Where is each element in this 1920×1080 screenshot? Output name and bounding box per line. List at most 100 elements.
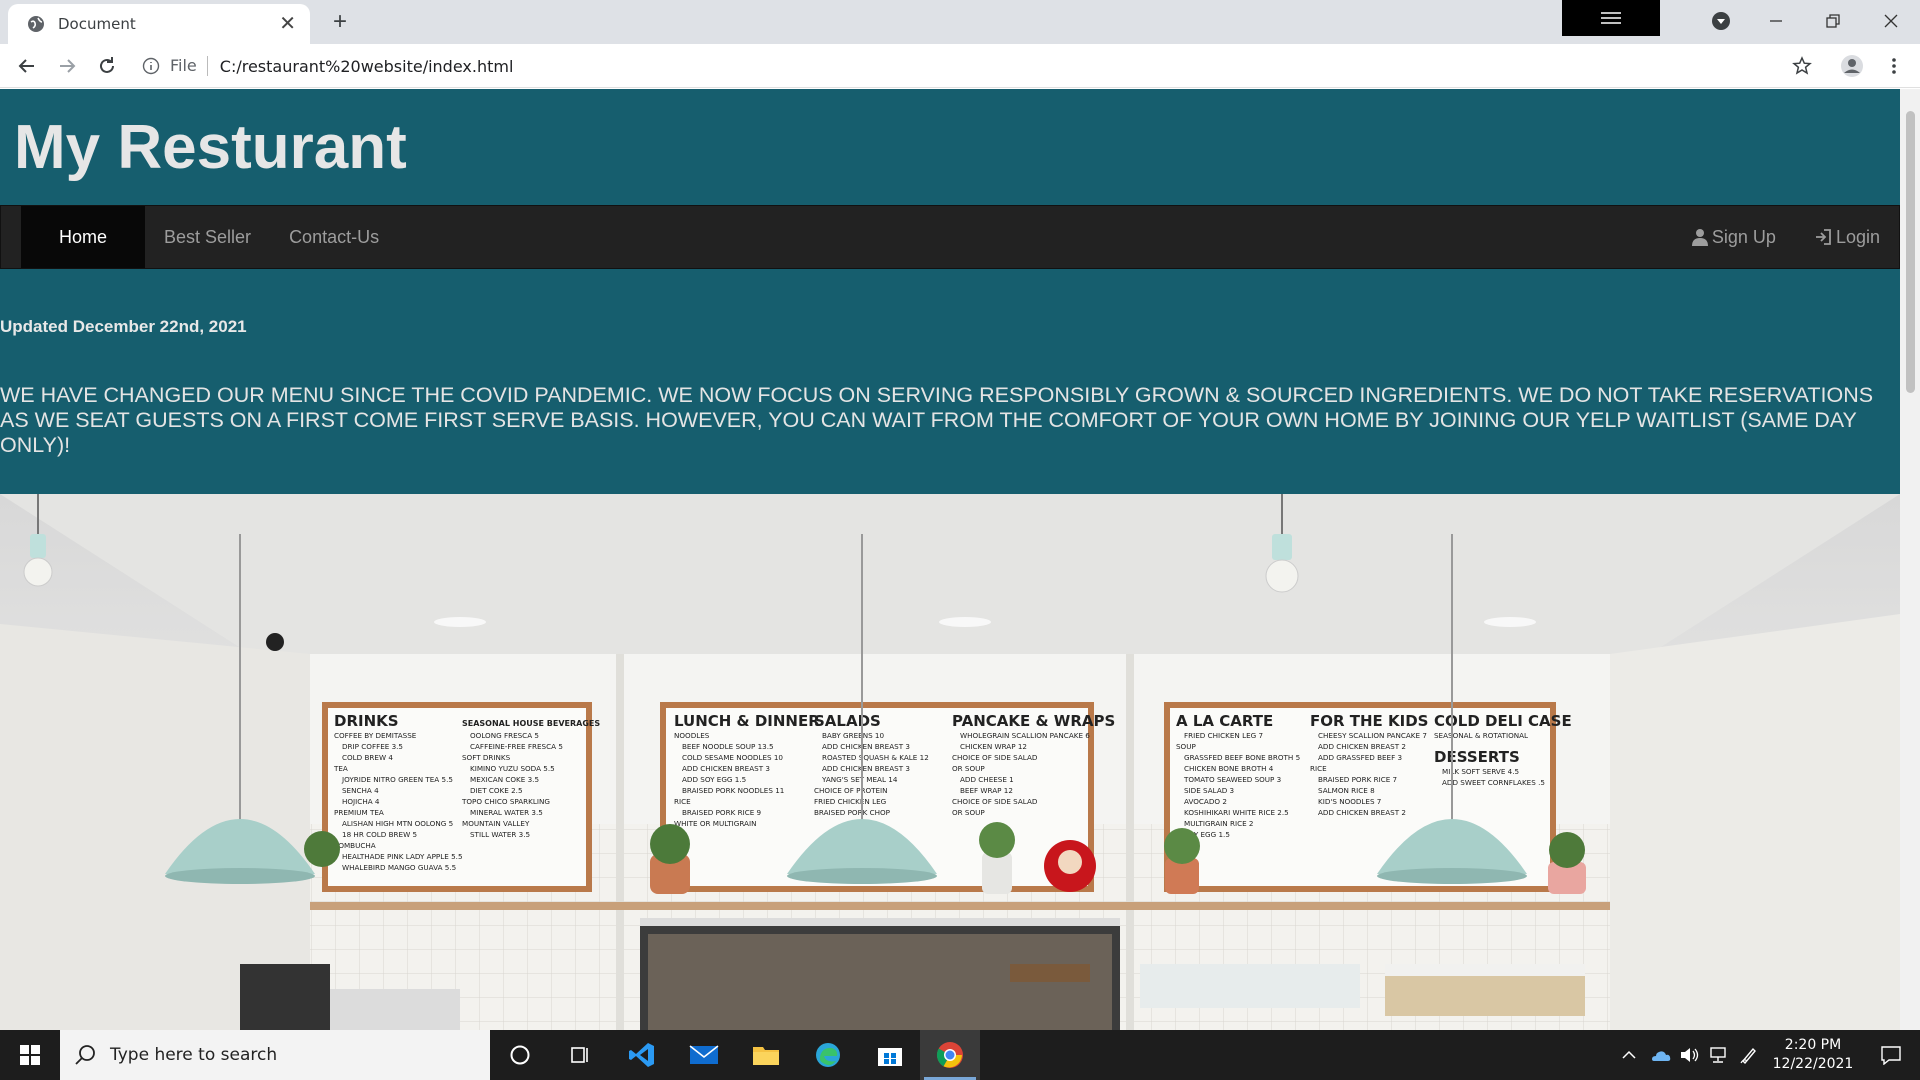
menu-board-item: YANG'S SET MEAL 14: [821, 775, 898, 784]
menu-board-item: CHICKEN BONE BROTH 4: [1184, 764, 1274, 773]
volume-icon[interactable]: [1676, 1030, 1702, 1080]
start-button[interactable]: [0, 1030, 60, 1080]
windows-logo-icon: [20, 1045, 40, 1065]
menu-lines-icon: [1601, 12, 1621, 24]
menu-board-item: MILK SOFT SERVE 4.5: [1442, 767, 1519, 776]
page-content: Updated December 22nd, 2021 WE HAVE CHAN…: [0, 269, 1900, 458]
reload-button[interactable]: [93, 52, 121, 80]
menu-board-heading: DESSERTS: [1434, 748, 1520, 766]
menu-board-item: KOSHIHIKARI WHITE RICE 2.5: [1184, 808, 1289, 817]
show-hidden-icons-icon[interactable]: [1616, 1030, 1642, 1080]
nav-home-link[interactable]: Home: [21, 206, 146, 268]
sign-up-label: Sign Up: [1711, 226, 1776, 247]
login-link[interactable]: Login: [1795, 206, 1899, 268]
profile-avatar-icon[interactable]: [1838, 52, 1866, 80]
menu-board-item: OOLONG FRESCA 5: [470, 731, 539, 740]
menu-board-item: SIDE SALAD 3: [1184, 786, 1234, 795]
close-window-icon[interactable]: [1873, 6, 1909, 36]
edge-icon[interactable]: [798, 1030, 858, 1080]
taskbar-search-box[interactable]: Type here to search: [60, 1030, 490, 1080]
menu-board-item: BABY GREENS 10: [822, 731, 885, 740]
menu-board-item: BEEF WRAP 12: [960, 786, 1013, 795]
new-tab-button[interactable]: +: [326, 8, 354, 36]
menu-board-item: JOYRIDE NITRO GREEN TEA 5.5: [341, 775, 453, 784]
menu-board-item: BRAISED PORK CHOP: [814, 808, 891, 817]
menu-board-item: MEXICAN COKE 3.5: [470, 775, 539, 784]
menu-board-item: COFFEE BY DEMITASSE: [334, 731, 417, 740]
search-placeholder: Type here to search: [110, 1045, 278, 1065]
menu-board-heading: LUNCH & DINNER: [674, 712, 820, 730]
clock-time: 2:20 PM: [1784, 1037, 1842, 1053]
nav-best-seller-link[interactable]: Best Seller: [145, 206, 270, 268]
restaurant-interior-illustration: DRINKSCOFFEE BY DEMITASSE DRIP COFFEE 3.5…: [0, 494, 1900, 1030]
sign-up-link[interactable]: Sign Up: [1673, 206, 1795, 268]
scrollbar-thumb[interactable]: [1906, 111, 1915, 393]
cortana-icon[interactable]: [490, 1030, 550, 1080]
menu-board-item: TOPO CHICO SPARKLING: [461, 797, 550, 806]
menu-board-item: SOFT DRINKS: [462, 753, 511, 762]
forward-button[interactable]: [53, 52, 81, 80]
menu-board-item: FRIED CHICKEN LEG: [814, 797, 886, 806]
info-icon[interactable]: [142, 57, 160, 75]
nav-contact-link[interactable]: Contact-Us: [270, 206, 398, 268]
back-arrow-icon: [18, 59, 34, 73]
menu-board-item: BRAISED PORK RICE 9: [682, 808, 762, 817]
menu-board-item: OR SOUP: [952, 808, 985, 817]
minimize-icon[interactable]: [1758, 6, 1794, 36]
onedrive-icon[interactable]: [1646, 1030, 1674, 1080]
mail-icon[interactable]: [674, 1030, 734, 1080]
pen-workspace-icon[interactable]: [1736, 1030, 1762, 1080]
page-scrollbar[interactable]: [1900, 89, 1920, 1030]
menu-board-item: OR SOUP: [952, 764, 985, 773]
cast-menu-button[interactable]: [1562, 0, 1660, 36]
taskbar-clock[interactable]: 2:20 PM 12/22/2021: [1760, 1036, 1866, 1074]
menu-board-item: BRAISED PORK NOODLES 11: [682, 786, 784, 795]
browser-tab[interactable]: Document ✕: [8, 4, 310, 44]
menu-board-item: RICE: [674, 797, 691, 806]
menu-board-item: CHEESY SCALLION PANCAKE 7: [1318, 731, 1427, 740]
menu-board-heading: DRINKS: [334, 712, 399, 730]
url-text[interactable]: C:/restaurant%20website/index.html: [220, 57, 514, 76]
vscode-icon[interactable]: [612, 1030, 672, 1080]
menu-board-heading: SALADS: [814, 712, 881, 730]
back-button[interactable]: [13, 52, 41, 80]
menu-board-item: AVOCADO 2: [1184, 797, 1227, 806]
menu-board-item: TEA: [333, 764, 348, 773]
menu-board-item: ADD CHICKEN BREAST 3: [822, 742, 910, 751]
bookmark-star-icon[interactable]: [1788, 52, 1816, 80]
menu-board-item: RICE: [1310, 764, 1327, 773]
browser-menu-icon[interactable]: [1880, 52, 1908, 80]
network-icon[interactable]: [1705, 1030, 1731, 1080]
chrome-icon[interactable]: [920, 1030, 980, 1080]
menu-board-item: 18 HR COLD BREW 5: [342, 830, 417, 839]
menu-board-item: HOJICHA 4: [342, 797, 380, 806]
notifications-icon[interactable]: [1866, 1030, 1916, 1080]
menu-board-item: CHICKEN WRAP 12: [960, 742, 1027, 751]
menu-board-item: SALMON RICE 8: [1318, 786, 1375, 795]
task-view-icon[interactable]: [550, 1030, 610, 1080]
user-icon: [1691, 229, 1708, 246]
clock-date: 12/22/2021: [1772, 1056, 1854, 1072]
site-title: My Resturant: [14, 112, 407, 182]
close-tab-icon[interactable]: ✕: [279, 14, 296, 34]
menu-board-item: ADD CHICKEN BREAST 2: [1318, 808, 1406, 817]
file-explorer-icon[interactable]: [736, 1030, 796, 1080]
restore-icon[interactable]: [1815, 6, 1851, 36]
menu-board-heading: SEASONAL HOUSE BEVERAGES: [462, 719, 600, 728]
forward-arrow-icon: [60, 59, 76, 73]
menu-board-item: ALISHAN HIGH MTN OOLONG 5: [342, 819, 453, 828]
address-bar[interactable]: File C:/restaurant%20website/index.html: [142, 50, 1802, 82]
search-icon: [75, 1045, 95, 1065]
menu-board-item: BEEF NOODLE SOUP 13.5: [682, 742, 774, 751]
menu-board-item: ADD SWEET CORNFLAKES .5: [1442, 778, 1545, 787]
menu-board-item: BRAISED PORK RICE 7: [1318, 775, 1397, 784]
login-icon: [1815, 229, 1831, 245]
menu-board-item: COLD BREW 4: [342, 753, 393, 762]
store-icon[interactable]: [860, 1030, 920, 1080]
main-navbar: Home Best Seller Contact-Us Sign Up Logi…: [0, 205, 1900, 269]
menu-board-heading: A LA CARTE: [1176, 712, 1273, 730]
updated-date: Updated December 22nd, 2021: [0, 317, 247, 336]
profile-dropdown-icon[interactable]: [1703, 6, 1739, 36]
menu-board-item: DIET COKE 2.5: [470, 786, 523, 795]
menu-board-item: SENCHA 4: [342, 786, 379, 795]
